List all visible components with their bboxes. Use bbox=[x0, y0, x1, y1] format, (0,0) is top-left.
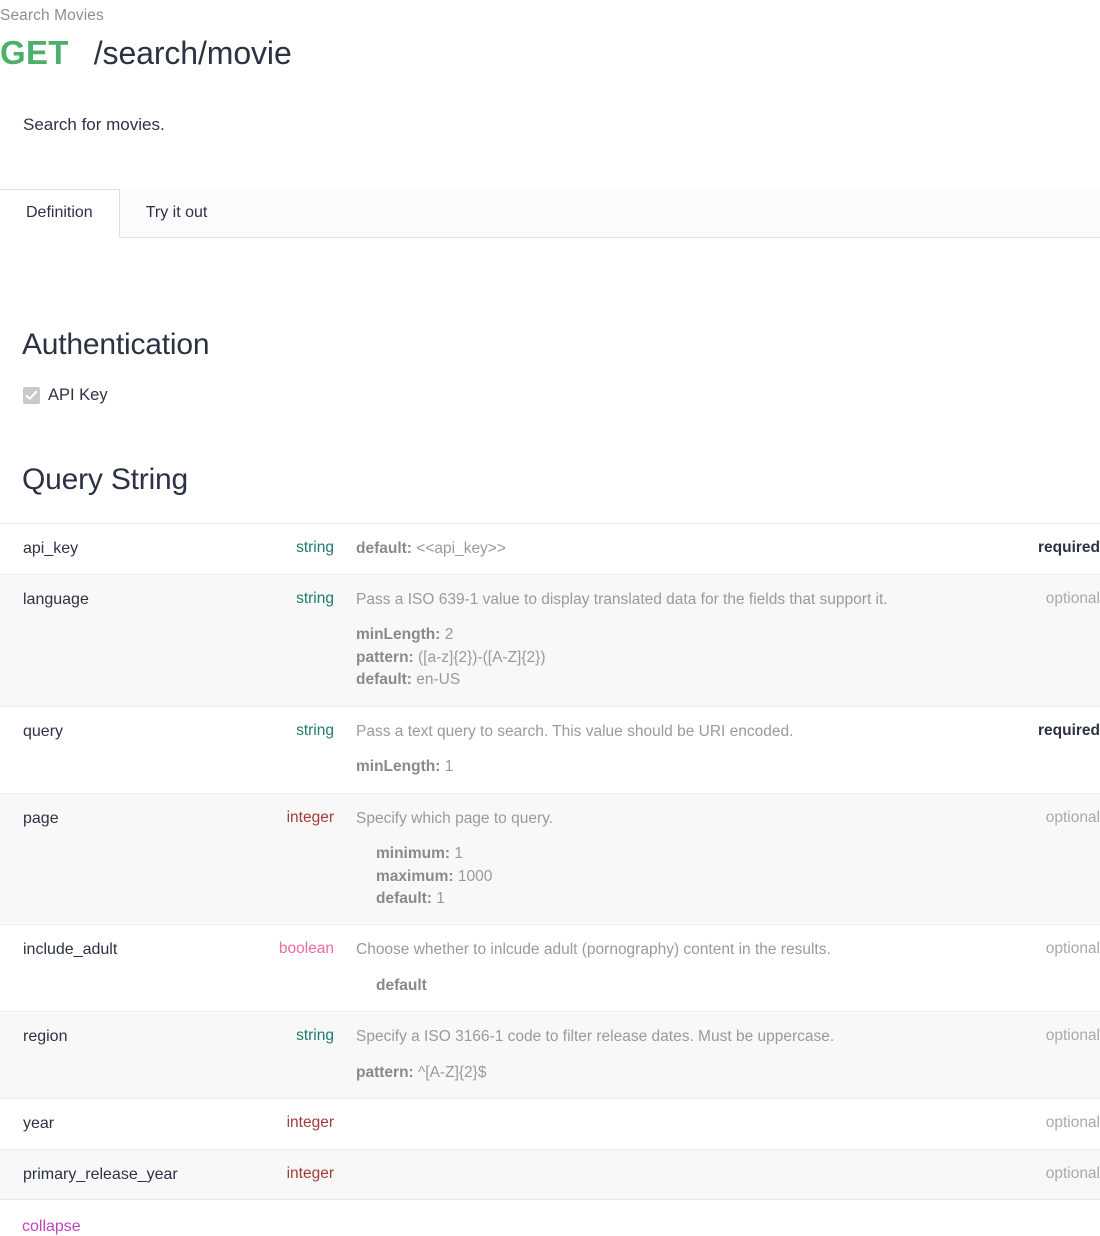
breadcrumb: Search Movies bbox=[0, 7, 104, 24]
constraint-label: default: bbox=[356, 671, 412, 689]
constraint-value: <<api_key>> bbox=[416, 539, 506, 557]
param-constraints: minimum: 1 maximum: 1000 default: 1 bbox=[356, 843, 940, 910]
param-description: Specify which page to query. bbox=[356, 809, 554, 827]
param-constraint: pattern: ^[A-Z]{2}$ bbox=[356, 1062, 940, 1084]
tab-definition[interactable]: Definition bbox=[0, 188, 120, 238]
param-type: string bbox=[296, 590, 334, 608]
param-name: year bbox=[23, 1115, 55, 1133]
param-requirement: optional bbox=[1045, 808, 1100, 826]
endpoint-path: /search/movie bbox=[93, 34, 292, 71]
param-description: Choose whether to inlcude adult (pornogr… bbox=[356, 941, 831, 959]
param-constraint: pattern: ([a-z]{2})-([A-Z]{2}) bbox=[356, 647, 940, 669]
param-constraint: default: en-US bbox=[356, 669, 940, 691]
auth-item-label: API Key bbox=[48, 385, 108, 404]
constraint-value: 2 bbox=[444, 626, 454, 644]
param-name: language bbox=[23, 591, 89, 609]
param-requirement: optional bbox=[1045, 590, 1100, 608]
param-description-cell: Specify which page to query. minimum: 1 … bbox=[334, 794, 950, 925]
param-type: integer bbox=[286, 1164, 334, 1182]
param-description: Pass a text query to search. This value … bbox=[356, 722, 794, 740]
param-description-cell: Pass a ISO 639-1 value to display transl… bbox=[334, 575, 950, 706]
constraint-label: pattern: bbox=[356, 648, 414, 666]
auth-item-api-key[interactable]: API Key bbox=[23, 386, 1100, 405]
table-row: language string Pass a ISO 639-1 value t… bbox=[0, 575, 1100, 707]
param-name: include_adult bbox=[23, 941, 118, 959]
constraint-value: ^[A-Z]{2}$ bbox=[418, 1063, 487, 1081]
table-row: page integer Specify which page to query… bbox=[0, 793, 1100, 926]
param-requirement: optional bbox=[1045, 940, 1100, 958]
query-string-section: Query String api_key string default: <<a… bbox=[0, 462, 1100, 1236]
endpoint-header: Search Movies GET /search/movie Search f… bbox=[0, 0, 1100, 136]
table-row: include_adult boolean Choose whether to … bbox=[0, 925, 1100, 1013]
constraint-label: minLength: bbox=[356, 758, 441, 776]
table-row: api_key string default: <<api_key>> requ… bbox=[0, 523, 1100, 576]
param-name: page bbox=[23, 809, 59, 827]
param-type: integer bbox=[286, 1114, 334, 1132]
param-name: region bbox=[23, 1028, 68, 1046]
param-description-cell: default: <<api_key>> bbox=[334, 524, 950, 574]
param-type: boolean bbox=[278, 940, 334, 958]
constraint-label: default bbox=[376, 976, 427, 994]
http-method-label: GET bbox=[0, 33, 69, 71]
table-row: primary_release_year integer optional bbox=[0, 1149, 1100, 1200]
constraint-label: minimum: bbox=[376, 845, 451, 863]
checkbox-checked-icon[interactable] bbox=[23, 386, 40, 404]
param-constraint: default bbox=[376, 975, 940, 997]
param-name: query bbox=[23, 722, 64, 740]
constraint-label: maximum: bbox=[376, 867, 454, 885]
param-requirement: optional bbox=[1045, 1164, 1100, 1182]
constraint-value: 1000 bbox=[457, 867, 493, 885]
tab-try-it-out[interactable]: Try it out bbox=[120, 189, 234, 237]
table-row: region string Specify a ISO 3166-1 code … bbox=[0, 1012, 1100, 1100]
endpoint-signature: GET /search/movie bbox=[0, 36, 1100, 69]
tab-try-it-out-label: Try it out bbox=[145, 203, 208, 221]
constraint-value: 1 bbox=[454, 845, 463, 863]
param-description-cell bbox=[334, 1099, 950, 1127]
constraint-value: 1 bbox=[444, 758, 454, 776]
table-row: query string Pass a text query to search… bbox=[0, 706, 1100, 794]
authentication-title: Authentication bbox=[22, 327, 210, 361]
param-type: integer bbox=[286, 808, 334, 826]
param-description: Specify a ISO 3166-1 code to filter rele… bbox=[356, 1028, 835, 1046]
param-constraint: default: <<api_key>> bbox=[356, 538, 940, 560]
param-constraint: default: 1 bbox=[376, 888, 940, 910]
constraint-value: en-US bbox=[416, 671, 461, 689]
tab-definition-label: Definition bbox=[26, 204, 93, 222]
table-row: year integer optional bbox=[0, 1099, 1100, 1150]
authentication-section: Authentication API Key bbox=[0, 327, 1100, 405]
param-constraints: minLength: 1 bbox=[356, 756, 940, 778]
param-requirement: required bbox=[1037, 538, 1100, 556]
constraint-label: default: bbox=[376, 890, 432, 907]
param-type: string bbox=[296, 721, 334, 739]
endpoint-description: Search for movies. bbox=[23, 114, 165, 134]
query-parameter-table: api_key string default: <<api_key>> requ… bbox=[0, 522, 1100, 1201]
query-string-title: Query String bbox=[22, 462, 188, 496]
tab-bar: Definition Try it out bbox=[0, 188, 1100, 238]
param-constraint: maximum: 1000 bbox=[376, 866, 940, 888]
param-name: api_key bbox=[23, 539, 79, 557]
constraint-label: default: bbox=[356, 539, 412, 557]
param-description-cell: Specify a ISO 3166-1 code to filter rele… bbox=[334, 1012, 950, 1098]
param-description: Pass a ISO 639-1 value to display transl… bbox=[356, 591, 888, 609]
constraint-value: 1 bbox=[436, 890, 445, 907]
param-requirement: required bbox=[1037, 721, 1100, 739]
constraint-label: minLength: bbox=[356, 626, 441, 644]
param-type: string bbox=[296, 538, 334, 556]
param-requirement: optional bbox=[1045, 1114, 1100, 1132]
constraint-value: ([a-z]{2})-([A-Z]{2}) bbox=[418, 648, 546, 666]
param-description-cell bbox=[334, 1150, 950, 1178]
param-name: primary_release_year bbox=[23, 1165, 178, 1183]
param-constraints: pattern: ^[A-Z]{2}$ bbox=[356, 1062, 940, 1084]
param-constraints: default bbox=[356, 975, 940, 997]
collapse-link[interactable]: collapse bbox=[22, 1218, 81, 1236]
param-constraint: minimum: 1 bbox=[376, 843, 940, 865]
param-constraint: minLength: 2 bbox=[356, 624, 940, 646]
param-description-cell: Pass a text query to search. This value … bbox=[334, 707, 950, 793]
param-description-cell: Choose whether to inlcude adult (pornogr… bbox=[334, 925, 950, 1011]
param-constraints: minLength: 2 pattern: ([a-z]{2})-([A-Z]{… bbox=[356, 624, 940, 691]
param-type: string bbox=[296, 1027, 334, 1045]
param-constraint: minLength: 1 bbox=[356, 756, 940, 778]
param-requirement: optional bbox=[1045, 1027, 1100, 1045]
constraint-label: pattern: bbox=[356, 1063, 414, 1081]
